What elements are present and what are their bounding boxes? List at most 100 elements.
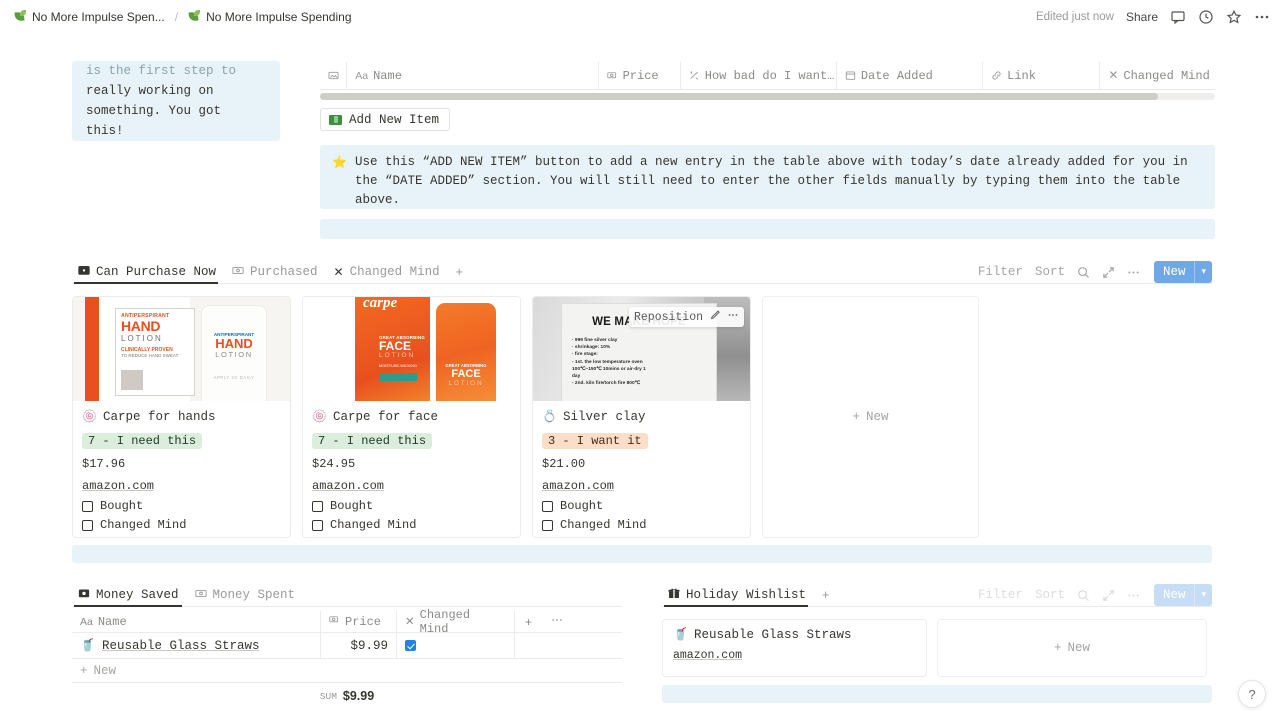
money-saved-active-underline: [74, 605, 182, 607]
cell-changed-mind[interactable]: [396, 632, 514, 659]
card-checkbox-bought[interactable]: Bought: [542, 499, 741, 513]
leaf-icon: [14, 10, 27, 23]
column-header-price[interactable]: Price: [320, 610, 396, 633]
motivation-callout: is the first step to really working on s…: [72, 61, 280, 141]
card-checkbox-changed-mind[interactable]: Changed Mind: [312, 518, 511, 532]
tab-money-saved[interactable]: Money Saved: [72, 584, 185, 606]
star-icon[interactable]: [1226, 9, 1242, 25]
checkbox-label: Bought: [560, 499, 604, 513]
search-icon[interactable]: [1077, 266, 1090, 279]
new-button[interactable]: New ▾: [1153, 584, 1212, 606]
table-row[interactable]: 🥤 Reusable Glass Straws $9.99: [72, 632, 622, 659]
wishlist-card[interactable]: 🥤 Reusable Glass Straws amazon.com: [662, 619, 927, 677]
checkbox[interactable]: [82, 519, 93, 531]
column-options-button[interactable]: [542, 611, 572, 633]
card-checkbox-changed-mind[interactable]: Changed Mind: [82, 518, 281, 532]
filter-button[interactable]: Filter: [978, 588, 1023, 602]
checkbox[interactable]: [312, 519, 323, 531]
column-header-image[interactable]: [320, 61, 348, 90]
reposition-control[interactable]: Reposition: [628, 307, 744, 327]
add-new-item-label: Add New Item: [349, 112, 440, 127]
column-header-name[interactable]: Aa Name: [347, 61, 599, 90]
checkbox[interactable]: [542, 500, 553, 512]
checkbox[interactable]: [542, 519, 553, 531]
column-header-price[interactable]: Price: [599, 61, 681, 90]
star-icon: ⭐: [332, 155, 347, 169]
column-header-name[interactable]: Aa Name: [72, 611, 320, 633]
comment-icon[interactable]: [1170, 9, 1186, 25]
art-fc: FACE: [379, 339, 412, 353]
money-saved-table: Aa Name Price ✕ Changed Mind + 🥤 Reusabl…: [72, 608, 622, 709]
art-bullet: · fire stage:: [572, 352, 598, 358]
money-saved-column-headers: Aa Name Price ✕ Changed Mind +: [72, 608, 622, 636]
pen-icon[interactable]: [709, 309, 721, 325]
card-link[interactable]: amazon.com: [542, 479, 741, 493]
checkbox[interactable]: [312, 500, 323, 512]
art-teal-bar: [379, 373, 417, 381]
instructions-text: Use this “ADD NEW ITEM” button to add a …: [354, 155, 1188, 207]
card-link[interactable]: amazon.com: [312, 479, 511, 493]
image-icon: [328, 70, 339, 81]
quote-line-cut: is the first step to: [86, 64, 237, 78]
checkbox[interactable]: [405, 640, 416, 651]
sort-button[interactable]: Sort: [1035, 265, 1065, 279]
cell-name-text: Reusable Glass Straws: [101, 638, 260, 653]
add-view-button[interactable]: +: [816, 584, 835, 606]
wishlist-card-title-text: Reusable Glass Straws: [693, 628, 852, 642]
share-button[interactable]: Share: [1126, 10, 1158, 24]
expand-icon[interactable]: [1102, 589, 1115, 602]
chevron-down-icon[interactable]: ▾: [1194, 261, 1212, 283]
wishlist-new-card-button[interactable]: + New: [937, 619, 1207, 677]
clock-icon[interactable]: [1198, 9, 1214, 25]
item-emoji: 🍥: [82, 410, 97, 424]
filter-button[interactable]: Filter: [978, 265, 1023, 279]
art-bullet: · 999 fine silver clay: [572, 338, 618, 343]
breadcrumb-item-0[interactable]: No More Impulse Spen...: [10, 8, 169, 26]
column-header-how-bad[interactable]: How bad do I want…: [681, 61, 837, 90]
tab-changed-mind[interactable]: ✕ Changed Mind: [328, 261, 446, 283]
card-checkbox-bought[interactable]: Bought: [82, 499, 281, 513]
wishlist-card-link[interactable]: amazon.com: [673, 649, 916, 662]
expand-icon[interactable]: [1102, 266, 1115, 279]
tab-money-spent[interactable]: Money Spent: [189, 584, 302, 606]
breadcrumb-item-1[interactable]: No More Impulse Spending: [184, 8, 355, 26]
card-link[interactable]: amazon.com: [82, 479, 281, 493]
tab-purchased[interactable]: Purchased: [226, 261, 324, 283]
more-icon[interactable]: [1254, 9, 1270, 25]
priority-badge: 7 - I need this: [312, 433, 433, 449]
new-card-button[interactable]: + New: [762, 296, 979, 538]
card-title-text: Carpe for face: [332, 410, 438, 424]
add-column-button[interactable]: +: [514, 610, 542, 633]
column-header-date-added[interactable]: Date Added: [837, 61, 984, 90]
add-new-item-button[interactable]: Add New Item: [320, 108, 451, 131]
more-icon[interactable]: [1127, 266, 1140, 279]
help-button[interactable]: ?: [1238, 680, 1266, 708]
column-header-changed-mind[interactable]: ✕ Changed Mind: [1100, 62, 1215, 90]
checkbox[interactable]: [82, 500, 93, 512]
cell-price[interactable]: $9.99: [320, 632, 396, 659]
column-header-link[interactable]: Link: [983, 61, 1101, 90]
more-icon[interactable]: [727, 309, 739, 325]
gallery-card[interactable]: carpe GREAT ABSORBING FACE LOTION MOISTU…: [302, 296, 521, 538]
chevron-down-icon[interactable]: ▾: [1194, 584, 1212, 606]
add-view-button[interactable]: +: [450, 261, 469, 283]
gallery-card[interactable]: WE MAKE HOPE · 999 fine silver clay · sh…: [532, 296, 751, 538]
money-saved-new-row[interactable]: + New: [72, 659, 622, 683]
table-horizontal-scrollbar[interactable]: [320, 93, 1215, 100]
gallery-card[interactable]: ANTIPERSPIRANT HAND LOTION CLINICALLY PR…: [72, 296, 291, 538]
sort-button[interactable]: Sort: [1035, 588, 1065, 602]
search-icon[interactable]: [1077, 589, 1090, 602]
card-checkbox-bought[interactable]: Bought: [312, 499, 511, 513]
cell-name[interactable]: 🥤 Reusable Glass Straws: [72, 633, 320, 659]
money-icon: [329, 614, 340, 629]
tab-holiday-wishlist[interactable]: Holiday Wishlist: [662, 584, 812, 606]
new-button[interactable]: New ▾: [1153, 261, 1212, 283]
column-header-changed-mind[interactable]: ✕ Changed Mind: [396, 608, 514, 636]
tab-can-purchase-now[interactable]: Can Purchase Now: [72, 261, 222, 283]
checkbox-label: Changed Mind: [100, 518, 187, 532]
plus-icon: +: [524, 614, 532, 629]
card-checkbox-changed-mind[interactable]: Changed Mind: [542, 518, 741, 532]
breadcrumb: No More Impulse Spen... / No More Impuls…: [10, 8, 356, 26]
more-icon[interactable]: [1127, 589, 1140, 602]
scrollbar-thumb[interactable]: [320, 93, 1158, 100]
